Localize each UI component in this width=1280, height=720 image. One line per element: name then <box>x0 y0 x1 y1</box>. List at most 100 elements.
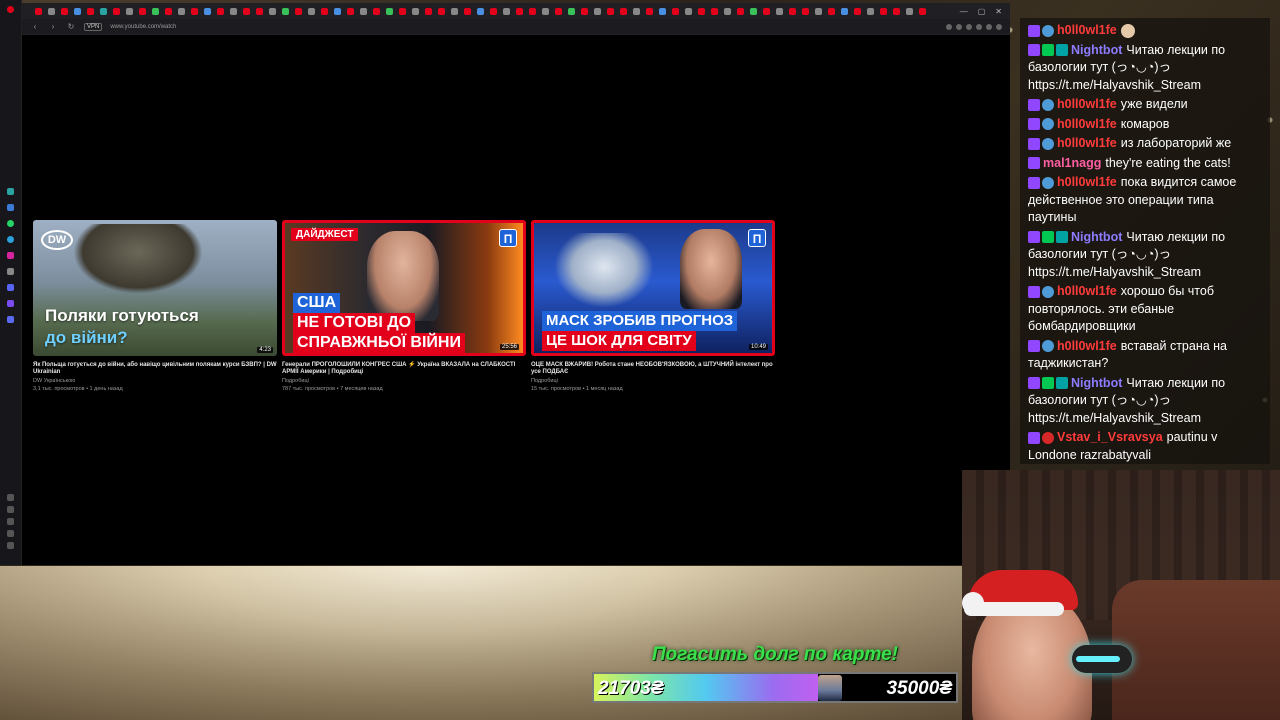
discord-icon[interactable] <box>7 284 14 291</box>
browser-tab[interactable] <box>100 7 107 15</box>
forward-icon[interactable]: › <box>48 22 58 31</box>
browser-tab[interactable] <box>646 7 653 15</box>
heart-icon[interactable] <box>7 494 14 501</box>
video-thumbnail[interactable]: ДАЙДЖЕСТ П США НЕ ГОТОВІ ДО СПРАВЖНЬОЇ В… <box>282 220 526 356</box>
browser-tab[interactable] <box>152 7 159 15</box>
browser-tab[interactable] <box>841 7 848 15</box>
video-card[interactable]: П МАСК ЗРОБИВ ПРОГНОЗ ЦЕ ШОК ДЛЯ СВІТУ 1… <box>531 220 775 392</box>
messenger-icon[interactable] <box>7 204 14 211</box>
settings-icon[interactable] <box>7 530 14 537</box>
browser-tab[interactable] <box>594 7 601 15</box>
extension-icon[interactable] <box>956 23 962 30</box>
browser-tab[interactable] <box>737 7 744 15</box>
chat-username[interactable]: Nightbot <box>1071 230 1122 244</box>
browser-tab[interactable] <box>35 7 42 15</box>
browser-tab[interactable] <box>503 7 510 15</box>
browser-tab[interactable] <box>815 7 822 15</box>
browser-tab[interactable] <box>256 7 263 15</box>
browser-tab[interactable] <box>269 7 276 15</box>
browser-tab[interactable] <box>126 7 133 15</box>
browser-tab[interactable] <box>620 7 627 15</box>
browser-tab[interactable] <box>802 7 809 15</box>
browser-tab[interactable] <box>763 7 770 15</box>
minimize-icon[interactable]: — <box>960 7 968 16</box>
video-card[interactable]: DW Поляки готуються до війни? 4:23 Як По… <box>33 220 277 392</box>
browser-tab[interactable] <box>178 7 185 15</box>
browser-tab[interactable] <box>451 7 458 15</box>
chat-username[interactable]: Nightbot <box>1071 43 1122 57</box>
browser-tab[interactable] <box>217 7 224 15</box>
browser-tab[interactable] <box>386 7 393 15</box>
browser-tab[interactable] <box>529 7 536 15</box>
browser-tab[interactable] <box>568 7 575 15</box>
extension-icon[interactable] <box>986 23 992 30</box>
browser-tab[interactable] <box>425 7 432 15</box>
browser-tab[interactable] <box>191 7 198 15</box>
chat-username[interactable]: h0ll0wl1fe <box>1057 97 1117 111</box>
browser-tab[interactable] <box>464 7 471 15</box>
browser-tab[interactable] <box>74 7 81 15</box>
browser-tab[interactable] <box>893 7 900 15</box>
channel-name[interactable]: Подробиці <box>282 378 526 384</box>
browser-tab[interactable] <box>672 7 679 15</box>
browser-tab[interactable] <box>165 7 172 15</box>
extension-icon[interactable] <box>946 23 952 30</box>
browser-tab[interactable] <box>477 7 484 15</box>
browser-tab[interactable] <box>711 7 718 15</box>
video-thumbnail[interactable]: DW Поляки готуються до війни? 4:23 <box>33 220 277 356</box>
browser-tab[interactable] <box>438 7 445 15</box>
browser-tab[interactable] <box>581 7 588 15</box>
browser-tab[interactable] <box>347 7 354 15</box>
browser-tab[interactable] <box>61 7 68 15</box>
browser-tab[interactable] <box>880 7 887 15</box>
sidebar-app-icon[interactable] <box>7 188 14 195</box>
chat-username[interactable]: Vstav_i_Vsravsya <box>1057 430 1163 444</box>
browser-tab[interactable] <box>516 7 523 15</box>
pin-icon[interactable] <box>7 542 14 549</box>
browser-tab[interactable] <box>87 7 94 15</box>
download-icon[interactable] <box>7 518 14 525</box>
back-icon[interactable]: ‹ <box>30 22 40 31</box>
telegram-icon[interactable] <box>7 236 14 243</box>
profile-icon[interactable] <box>996 23 1002 30</box>
browser-tab[interactable] <box>750 7 757 15</box>
browser-tab[interactable] <box>633 7 640 15</box>
browser-tab[interactable] <box>919 7 926 15</box>
browser-tab[interactable] <box>685 7 692 15</box>
sidebar-app-icon[interactable] <box>7 316 14 323</box>
browser-tab[interactable] <box>308 7 315 15</box>
browser-tab[interactable] <box>854 7 861 15</box>
browser-tab[interactable] <box>360 7 367 15</box>
extension-icon[interactable] <box>976 23 982 30</box>
browser-tab[interactable] <box>399 7 406 15</box>
video-title[interactable]: Як Польща готується до війни, або навіщо… <box>33 362 277 376</box>
sidebar-app-icon[interactable] <box>7 300 14 307</box>
browser-tab[interactable] <box>906 7 913 15</box>
extension-icon[interactable] <box>966 23 972 30</box>
browser-tab[interactable] <box>282 7 289 15</box>
browser-tab[interactable] <box>295 7 302 15</box>
browser-tab[interactable] <box>659 7 666 15</box>
browser-tab[interactable] <box>139 7 146 15</box>
whatsapp-icon[interactable] <box>7 220 14 227</box>
browser-tab[interactable] <box>542 7 549 15</box>
browser-tab[interactable] <box>490 7 497 15</box>
instagram-icon[interactable] <box>7 252 14 259</box>
video-title[interactable]: ОЦЕ МАСК ВЖАРИВ! Робота стане НЕОБОВ'ЯЗК… <box>531 362 775 376</box>
browser-tab[interactable] <box>828 7 835 15</box>
vpn-badge[interactable]: VPN <box>84 22 103 31</box>
browser-tab[interactable] <box>555 7 562 15</box>
chat-username[interactable]: h0ll0wl1fe <box>1057 175 1117 189</box>
opera-icon[interactable] <box>7 6 14 13</box>
video-thumbnail[interactable]: П МАСК ЗРОБИВ ПРОГНОЗ ЦЕ ШОК ДЛЯ СВІТУ 1… <box>531 220 775 356</box>
chat-username[interactable]: h0ll0wl1fe <box>1057 23 1117 37</box>
chat-username[interactable]: h0ll0wl1fe <box>1057 284 1117 298</box>
browser-tab[interactable] <box>373 7 380 15</box>
chat-username[interactable]: h0ll0wl1fe <box>1057 339 1117 353</box>
video-title[interactable]: Генерали ПРОГОЛОШИЛИ КОНГРЕС США ⚡ Украї… <box>282 362 526 376</box>
close-icon[interactable]: ✕ <box>995 7 1002 16</box>
browser-tab[interactable] <box>789 7 796 15</box>
url-input[interactable]: www.youtube.com/watch <box>110 24 176 30</box>
browser-tab[interactable] <box>204 7 211 15</box>
x-icon[interactable] <box>7 268 14 275</box>
